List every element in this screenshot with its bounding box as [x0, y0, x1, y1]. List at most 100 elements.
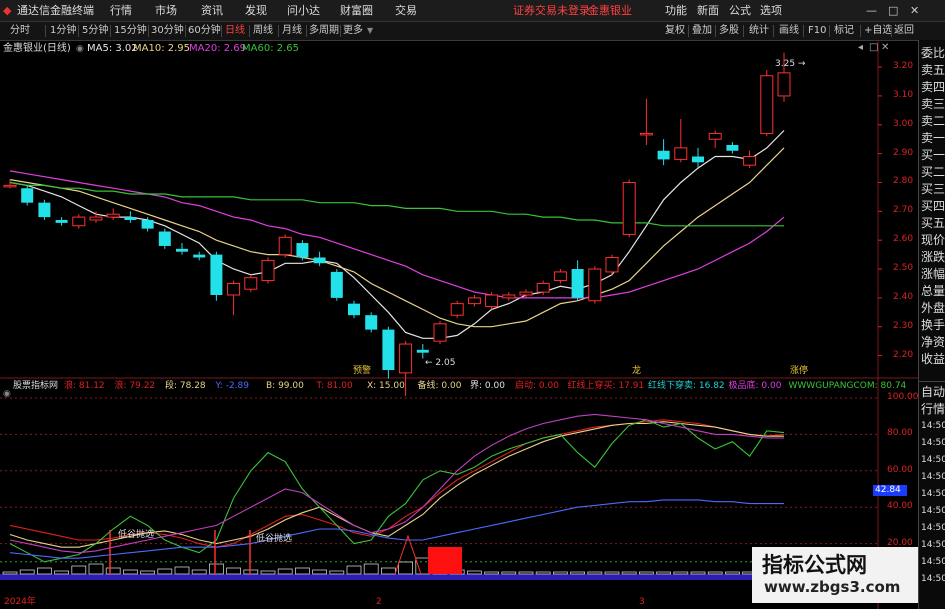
- quote-field-label[interactable]: 买二: [921, 165, 945, 180]
- maximize-icon[interactable]: □: [888, 0, 898, 21]
- menu-formula[interactable]: 公式: [729, 0, 751, 21]
- indicator-histogram-bar: [363, 563, 379, 575]
- login-notice[interactable]: 证券交易未登录: [513, 0, 590, 21]
- watermark: 指标公式网 www.zbgs3.com: [752, 547, 918, 603]
- period-15min[interactable]: 15分钟: [114, 22, 147, 40]
- quote-field-label[interactable]: 现价: [921, 233, 945, 248]
- quote-field-label[interactable]: 收益: [921, 352, 945, 367]
- indicator-histogram-bar: [208, 563, 224, 575]
- indicator-item: B: 99.00: [266, 381, 304, 391]
- watermark-title: 指标公式网: [762, 553, 867, 577]
- quote-field-label[interactable]: 净资: [921, 335, 945, 350]
- candle-body-up: [536, 282, 550, 293]
- period-5min[interactable]: 5分钟: [82, 22, 108, 40]
- menu-new-page[interactable]: 新面: [697, 0, 719, 21]
- indicator-histogram-bar: [19, 569, 35, 575]
- period-daily[interactable]: 日线: [225, 22, 245, 40]
- back-button[interactable]: 返回: [894, 22, 914, 40]
- adjust-button[interactable]: 复权: [665, 22, 685, 40]
- menu-options[interactable]: 选项: [760, 0, 782, 21]
- time-sale-item: 14:50: [921, 506, 945, 516]
- indicator-histogram-bar: [140, 570, 156, 575]
- title-bar: ◆ 通达信金融终端 行情 市场 资讯 发现 问小达 财富圈 交易 证券交易未登录…: [0, 0, 945, 22]
- overlay-button[interactable]: 叠加: [692, 22, 712, 40]
- time-sale-item: 14:50: [921, 489, 945, 499]
- quote-field-label[interactable]: 卖一: [921, 131, 945, 146]
- quote-field-label[interactable]: 换手: [921, 318, 945, 333]
- period-monthly[interactable]: 月线: [282, 22, 302, 40]
- close-icon[interactable]: ✕: [910, 0, 919, 21]
- quote-field-label[interactable]: 卖二: [921, 114, 945, 129]
- quote-field-label[interactable]: 卖四: [921, 80, 945, 95]
- chart-area[interactable]: [0, 40, 918, 609]
- period-multi[interactable]: 多周期: [309, 22, 339, 40]
- candle-body-down: [313, 257, 326, 264]
- indicator-item: 红线上穿买: 17.91: [567, 381, 645, 391]
- candle-body-down: [330, 271, 343, 298]
- main-y-tick: 3.10: [893, 89, 914, 100]
- menu-ask[interactable]: 问小达: [287, 0, 320, 21]
- current-value-box: 42.84: [873, 485, 907, 496]
- menu-discover[interactable]: 发现: [245, 0, 267, 21]
- quote-field-label[interactable]: 卖五: [921, 63, 945, 78]
- quote-field-label[interactable]: 卖三: [921, 97, 945, 112]
- quote-field-label[interactable]: 买五: [921, 216, 945, 231]
- f10-button[interactable]: F10: [808, 22, 826, 40]
- candle-body-down: [365, 315, 378, 330]
- quote-field-label[interactable]: 总量: [921, 284, 945, 299]
- pane-expand-icon[interactable]: □: [869, 42, 878, 54]
- period-1min[interactable]: 1分钟: [50, 22, 76, 40]
- indicator-item: 备线: 0.00: [417, 381, 462, 391]
- menu-news[interactable]: 资讯: [201, 0, 223, 21]
- period-60min[interactable]: 60分钟: [188, 22, 221, 40]
- ma10-label: MA10: 2.95: [133, 43, 191, 54]
- indicator-histogram-bar: [312, 569, 328, 575]
- menu-function[interactable]: 功能: [665, 0, 687, 21]
- toolbar: 分时 1分钟 5分钟 15分钟 30分钟 60分钟 日线 周线 月线 多周期 更…: [0, 22, 945, 41]
- quote-field-label[interactable]: 买三: [921, 182, 945, 197]
- minimize-icon[interactable]: —: [866, 0, 877, 21]
- menu-wealth[interactable]: 财富圈: [340, 0, 373, 21]
- menu-quotes[interactable]: 行情: [110, 0, 132, 21]
- candle-body-down: [124, 217, 137, 220]
- stats-button[interactable]: 统计: [749, 22, 769, 40]
- period-tick[interactable]: 分时: [10, 22, 30, 40]
- settings-icon[interactable]: ◉: [76, 43, 84, 55]
- candle-body-up: [502, 294, 516, 299]
- quote-field-label[interactable]: 涨幅: [921, 267, 945, 282]
- period-30min[interactable]: 30分钟: [151, 22, 184, 40]
- indicator-settings-icon[interactable]: ◉: [3, 389, 11, 399]
- menu-trade[interactable]: 交易: [395, 0, 417, 21]
- candle-body-down: [158, 231, 171, 246]
- mark-button[interactable]: 标记: [834, 22, 854, 40]
- quote-field-label[interactable]: 涨跌: [921, 250, 945, 265]
- add-watchlist-button[interactable]: +自选: [864, 22, 892, 40]
- indicator-histogram-bar: [71, 565, 87, 575]
- menu-market[interactable]: 市场: [155, 0, 177, 21]
- indicator-item: 红线下穿卖: 16.82: [648, 381, 725, 391]
- period-more[interactable]: 更多: [343, 22, 363, 40]
- candle-body-up: [743, 156, 757, 166]
- indicator-histogram-bar: [191, 569, 207, 575]
- main-y-tick: 2.50: [893, 263, 914, 274]
- pane-close-icon[interactable]: ✕: [881, 42, 889, 54]
- period-weekly[interactable]: 周线: [253, 22, 273, 40]
- indicator-histogram-bar: [398, 561, 414, 575]
- indicator-name: 股票指标网: [13, 381, 59, 391]
- indicator-histogram-bar: [707, 571, 723, 575]
- quote-field-label[interactable]: 买四: [921, 199, 945, 214]
- indicator-histogram-bar: [570, 571, 585, 575]
- quote-field-label[interactable]: 买一: [921, 148, 945, 163]
- candle-body-down: [176, 248, 188, 252]
- candle-body-up: [760, 75, 774, 134]
- indicator-item: 极品底: 0.00: [728, 381, 782, 391]
- annotation-low-2: 低谷抛选: [256, 534, 293, 544]
- quote-field-label[interactable]: 外盘: [921, 301, 945, 316]
- indicator-item: 浪: 81.12: [64, 381, 105, 391]
- pane-collapse-icon[interactable]: ◂: [858, 42, 863, 54]
- chevron-down-icon[interactable]: ▼: [367, 22, 373, 40]
- indicator-base-band: [0, 574, 878, 580]
- multi-stock-button[interactable]: 多股: [719, 22, 739, 40]
- draw-line-button[interactable]: 画线: [779, 22, 799, 40]
- quote-field-label[interactable]: 委比: [921, 46, 945, 61]
